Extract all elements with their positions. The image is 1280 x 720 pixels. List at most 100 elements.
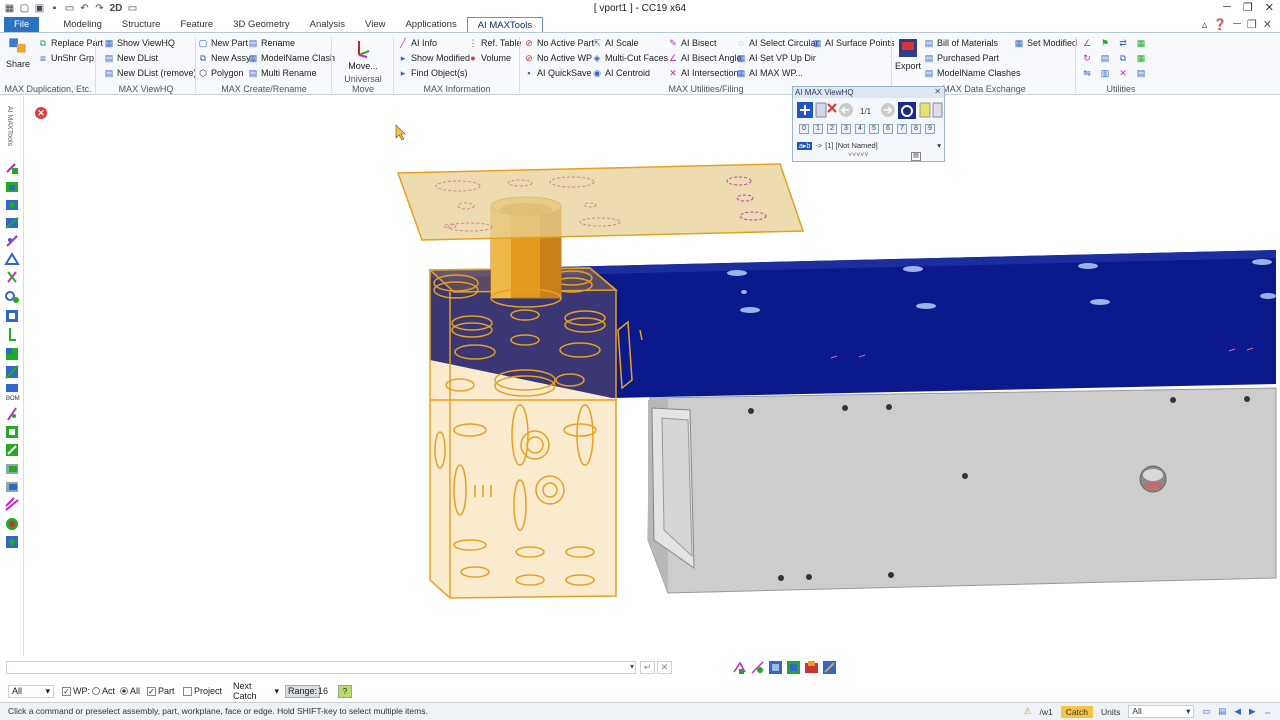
viewhq-dlist-icon[interactable] (898, 102, 916, 119)
viewhq-prev-icon[interactable] (839, 103, 853, 117)
util-stack-icon[interactable]: ⧉ (1118, 53, 1128, 63)
doc-minimize-icon[interactable]: ─ (1233, 18, 1241, 31)
tab-view[interactable]: View (355, 17, 395, 32)
top-plate-part[interactable] (396, 163, 805, 241)
replace-part-button[interactable]: ⧉ Replace Part (38, 38, 103, 48)
rename-button[interactable]: ▤ Rename (248, 38, 295, 48)
tab-ai-maxtools[interactable]: AI MAXTools (466, 17, 544, 32)
wp-checkbox[interactable]: ✓ WP: (62, 686, 90, 696)
viewhq-slot-9[interactable]: 9 (925, 124, 935, 134)
left-tool-4-icon[interactable] (5, 217, 19, 229)
units-dropdown[interactable]: All ▾ (1128, 705, 1195, 718)
tab-modeling[interactable]: Modeling (53, 17, 112, 32)
ai-surface-points-button[interactable]: ▦ AI Surface Points (812, 38, 895, 48)
doc-restore-icon[interactable]: ❐ (1247, 18, 1257, 31)
snap-workplane-icon[interactable] (822, 660, 837, 675)
mode-2d-button[interactable]: 2D (109, 3, 123, 14)
ai-info-button[interactable]: ╱ AI Info (398, 38, 437, 48)
util-mirror-icon[interactable]: ⇋ (1082, 68, 1092, 78)
left-tool-8-icon[interactable] (5, 291, 19, 303)
ai-max-wp-button[interactable]: ▦ AI MAX WP... (736, 68, 803, 78)
open-folder-icon[interactable]: ▣ (34, 3, 45, 14)
app-icon[interactable]: ▦ (4, 3, 15, 14)
restore-icon[interactable]: ❐ (1243, 1, 1253, 14)
ai-intersection-button[interactable]: ✕ AI Intersection (668, 68, 738, 78)
viewhq-slot-7[interactable]: 7 (897, 124, 907, 134)
new-file-icon[interactable]: ▢ (19, 3, 30, 14)
range-help-icon[interactable]: ? (338, 684, 352, 698)
polygon-button[interactable]: ⬡ Polygon (198, 68, 243, 78)
left-tool-9-icon[interactable] (6, 310, 18, 322)
modelname-clash-button[interactable]: ▦ ModelName Clash (248, 53, 335, 63)
ai-centroid-button[interactable]: ◉ AI Centroid (592, 68, 650, 78)
viewhq-list-icon[interactable] (815, 102, 827, 118)
command-line-input[interactable] (6, 661, 636, 674)
share-button[interactable]: Share (6, 35, 30, 69)
filter-dropdown[interactable]: All ▾ (8, 684, 54, 698)
minimize-icon[interactable]: ─ (1223, 1, 1231, 14)
catch-toggle[interactable]: Catch (1060, 705, 1093, 718)
left-tool-6-icon[interactable] (4, 252, 20, 265)
viewhq-slot-0[interactable]: 0 (799, 124, 809, 134)
left-tool-15-icon[interactable] (6, 426, 18, 438)
util-swap-icon[interactable]: ⇄ (1118, 38, 1128, 48)
viewhq-options-icon[interactable]: ▤ (911, 152, 921, 161)
close-icon[interactable]: ✕ (1265, 1, 1274, 14)
util-flag-icon[interactable]: ⚑ (1100, 38, 1110, 48)
left-tool-13-icon[interactable]: BOM (6, 384, 20, 402)
save-icon[interactable]: ▪ (49, 3, 60, 14)
viewhq-slot-8[interactable]: 8 (911, 124, 921, 134)
act-radio[interactable]: Act (92, 686, 115, 696)
snap-point-icon[interactable] (732, 660, 747, 675)
new-dlist-button[interactable]: ▤ New DList (104, 53, 158, 63)
multi-rename-button[interactable]: ▤ Multi Rename (248, 68, 317, 78)
viewhq-view-select[interactable]: a▸b -> [1] [Not Named] ▾ (797, 140, 941, 151)
status-view-icon-2[interactable]: ▤ (1218, 706, 1226, 717)
viewhq-slot-6[interactable]: 6 (883, 124, 893, 134)
left-tool-20-icon[interactable] (6, 518, 18, 530)
ai-set-vp-button[interactable]: ▦ AI Set VP Up Dir (736, 53, 816, 63)
left-tool-19-icon[interactable] (5, 497, 19, 511)
command-dropdown-icon[interactable]: ▾ (630, 662, 634, 671)
tab-file[interactable]: File (4, 17, 40, 32)
util-angle-icon[interactable]: ∠ (1082, 38, 1092, 48)
viewhq-collapse-icon[interactable]: ˅˅˅˅˅ (848, 152, 868, 159)
export-button[interactable]: Export (894, 37, 922, 71)
ai-quicksave-button[interactable]: ▪ AI QuickSave (524, 68, 591, 78)
help-icon[interactable]: ❓ (1213, 18, 1227, 31)
tab-analysis[interactable]: Analysis (300, 17, 355, 32)
tab-feature[interactable]: Feature (170, 17, 223, 32)
range-value[interactable]: 16 (318, 686, 328, 696)
view-toggle-icon[interactable]: ▭ (127, 3, 138, 14)
util-chart-icon[interactable]: ▥ (1100, 68, 1110, 78)
tab-applications[interactable]: Applications (395, 17, 466, 32)
new-assy-button[interactable]: ⧉ New Assy (198, 53, 251, 63)
purchased-part-button[interactable]: ▤ Purchased Part (924, 53, 999, 63)
left-tool-12-icon[interactable] (5, 365, 19, 379)
viewhq-delete-icon[interactable] (827, 103, 837, 113)
ai-bisect-angle-button[interactable]: ∠ AI Bisect Angle (668, 53, 742, 63)
all-radio[interactable]: All (120, 686, 140, 696)
no-active-wp-button[interactable]: ⊘ No Active WP (524, 53, 592, 63)
util-green-grid-icon[interactable]: ▦ (1136, 53, 1146, 63)
left-tool-5-icon[interactable] (6, 235, 18, 247)
next-catch-dropdown[interactable]: Next Catch ▾ (230, 681, 282, 701)
left-tool-18-icon[interactable] (6, 482, 18, 492)
left-tool-11-icon[interactable] (6, 348, 18, 360)
find-objects-button[interactable]: ▸ Find Object(s) (398, 68, 468, 78)
show-modified-button[interactable]: ▸ Show Modified (398, 53, 470, 63)
viewhq-close-icon[interactable]: ✕ (934, 87, 941, 96)
unshare-group-button[interactable]: ⧈ UnShr Grp (38, 53, 94, 63)
modelname-clashes-button[interactable]: ▤ ModelName Clashes (924, 68, 1021, 78)
multi-cut-faces-button[interactable]: ◈ Multi-Cut Faces (592, 53, 668, 63)
left-tool-21-icon[interactable] (6, 536, 18, 548)
ai-select-circular-button[interactable]: ◌ AI Select Circular (736, 38, 818, 48)
new-part-button[interactable]: ▢ New Part (198, 38, 248, 48)
util-list-icon[interactable]: ▤ (1136, 68, 1146, 78)
viewhq-extra-icon[interactable] (932, 102, 943, 118)
volume-button[interactable]: ● Volume (468, 53, 511, 63)
undo-icon[interactable]: ↶ (79, 3, 90, 14)
left-tool-7-icon[interactable] (7, 271, 17, 283)
command-cancel-icon[interactable]: ✕ (657, 661, 672, 674)
status-next-icon[interactable]: ▶ (1249, 706, 1256, 717)
